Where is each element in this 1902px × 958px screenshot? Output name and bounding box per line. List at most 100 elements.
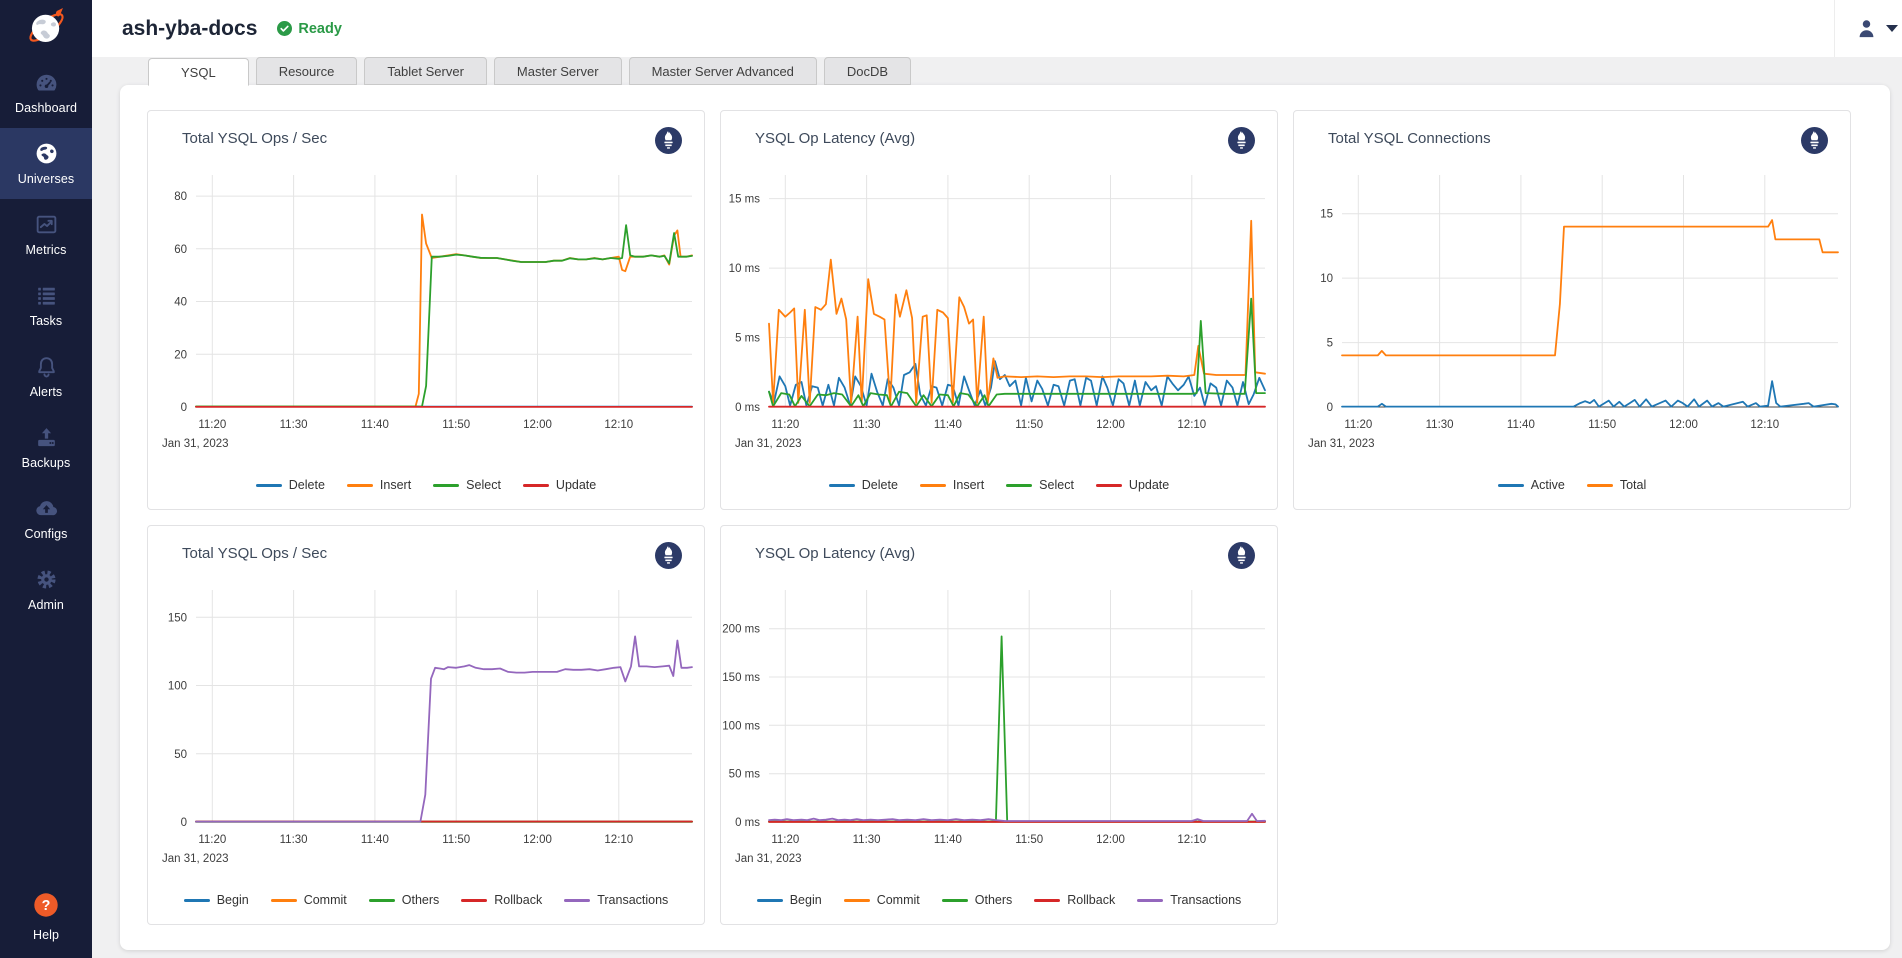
- legend-item-update[interactable]: Update: [1096, 478, 1169, 492]
- y-tick-label: 200 ms: [722, 624, 760, 636]
- legend-item-others[interactable]: Others: [942, 893, 1013, 907]
- legend-item-update[interactable]: Update: [523, 478, 596, 492]
- legend-item-delete[interactable]: Delete: [829, 478, 898, 492]
- chart-header: Total YSQL Ops / Sec: [148, 111, 704, 155]
- x-tick-label: 12:00: [1096, 834, 1125, 846]
- x-tick-label: 12:00: [523, 834, 552, 846]
- legend-label: Commit: [304, 893, 347, 907]
- configs-icon: [34, 496, 59, 521]
- tab-master-server-advanced[interactable]: Master Server Advanced: [629, 57, 817, 85]
- sidebar-item-backups[interactable]: Backups: [0, 412, 92, 483]
- legend-item-total[interactable]: Total: [1587, 478, 1646, 492]
- tab-ysql[interactable]: YSQL: [148, 58, 249, 86]
- legend-item-rollback[interactable]: Rollback: [461, 893, 542, 907]
- legend-item-others[interactable]: Others: [369, 893, 440, 907]
- sidebar: Dashboard Universes Metrics TasksAlerts Back…: [0, 0, 92, 958]
- ready-check-icon: [277, 21, 292, 36]
- universe-title: ash-yba-docs: [122, 17, 257, 41]
- legend-label: Begin: [217, 893, 249, 907]
- legend-item-insert[interactable]: Insert: [347, 478, 411, 492]
- sidebar-item-label: Universes: [18, 172, 74, 186]
- sidebar-item-tasks[interactable]: Tasks: [0, 270, 92, 341]
- legend-item-commit[interactable]: Commit: [844, 893, 920, 907]
- sidebar-item-label: Backups: [22, 456, 71, 470]
- chart-legend: Delete Insert Select Update: [721, 461, 1277, 509]
- chart-canvas: 05010015011:2011:3011:4011:5012:0012:10J…: [148, 570, 704, 876]
- sidebar-item-configs[interactable]: Configs: [0, 483, 92, 554]
- legend-line-swatch: [1034, 899, 1060, 902]
- x-tick-label: 11:40: [361, 834, 389, 846]
- x-axis-date-label: Jan 31, 2023: [735, 853, 802, 865]
- dashboard-icon: [34, 70, 59, 95]
- y-tick-label: 150: [168, 612, 187, 624]
- legend-line-swatch: [1006, 484, 1032, 487]
- legend-label: Rollback: [1067, 893, 1115, 907]
- legend-line-swatch: [829, 484, 855, 487]
- legend-item-insert[interactable]: Insert: [920, 478, 984, 492]
- universe-header: ash-yba-docs Ready: [92, 0, 1902, 57]
- tasks-icon: [34, 283, 59, 308]
- y-tick-label: 60: [174, 244, 187, 256]
- legend-line-swatch: [757, 899, 783, 902]
- metrics-card: Total YSQL Ops / Sec02040608011:2011:301…: [120, 85, 1890, 950]
- legend-line-swatch: [184, 899, 210, 902]
- x-axis-date-label: Jan 31, 2023: [162, 853, 229, 865]
- legend-item-begin[interactable]: Begin: [184, 893, 249, 907]
- universes-icon: [34, 141, 59, 166]
- legend-line-swatch: [844, 899, 870, 902]
- sidebar-item-admin[interactable]: Admin: [0, 554, 92, 625]
- y-tick-label: 20: [174, 349, 187, 361]
- metrics-icon: [34, 212, 59, 237]
- legend-item-transactions[interactable]: Transactions: [1137, 893, 1241, 907]
- chart-title: YSQL Op Latency (Avg): [755, 542, 915, 562]
- x-axis-date-label: Jan 31, 2023: [735, 438, 802, 450]
- chart-title: YSQL Op Latency (Avg): [755, 127, 915, 147]
- sidebar-item-label: Help: [33, 928, 59, 942]
- chart-panel-0: Total YSQL Ops / Sec02040608011:2011:301…: [147, 110, 705, 510]
- legend-item-commit[interactable]: Commit: [271, 893, 347, 907]
- globe-rocket-logo-icon: [23, 3, 70, 55]
- chart-header: Total YSQL Ops / Sec: [148, 526, 704, 570]
- legend-label: Transactions: [1170, 893, 1241, 907]
- y-tick-label: 0: [181, 402, 187, 414]
- chart-panel-1: YSQL Op Latency (Avg) 0 ms5 ms10 ms15 ms1…: [720, 110, 1278, 510]
- sidebar-item-universes[interactable]: Universes: [0, 128, 92, 199]
- sidebar-item-dashboard[interactable]: Dashboard: [0, 57, 92, 128]
- legend-item-begin[interactable]: Begin: [757, 893, 822, 907]
- x-tick-label: 12:10: [1750, 419, 1779, 431]
- tab-tablet-server[interactable]: Tablet Server: [364, 57, 487, 85]
- legend-item-active[interactable]: Active: [1498, 478, 1565, 492]
- x-tick-label: 12:00: [1096, 419, 1125, 431]
- legend-label: Update: [1129, 478, 1169, 492]
- tab-docdb[interactable]: DocDB: [824, 57, 911, 85]
- chart-header: Total YSQL Connections: [1294, 111, 1850, 155]
- user-icon: [1855, 17, 1878, 40]
- user-menu[interactable]: [1834, 0, 1902, 57]
- chart-canvas: 0 ms5 ms10 ms15 ms11:2011:3011:4011:5012…: [721, 155, 1277, 461]
- sidebar-item-label: Configs: [24, 527, 67, 541]
- legend-item-select[interactable]: Select: [1006, 478, 1074, 492]
- sidebar-item-label: Metrics: [26, 243, 67, 257]
- sidebar-item-help[interactable]: ? Help: [0, 886, 92, 948]
- tab-master-server[interactable]: Master Server: [494, 57, 622, 85]
- yugabyte-logo[interactable]: [0, 0, 92, 57]
- chart-panel-3: Total YSQL Ops / Sec05010015011:2011:301…: [147, 525, 705, 925]
- svg-text:?: ?: [42, 898, 51, 914]
- y-tick-label: 100 ms: [722, 720, 760, 732]
- legend-item-delete[interactable]: Delete: [256, 478, 325, 492]
- legend-item-select[interactable]: Select: [433, 478, 501, 492]
- sidebar-item-metrics[interactable]: Metrics: [0, 199, 92, 270]
- legend-line-swatch: [1498, 484, 1524, 487]
- legend-line-swatch: [347, 484, 373, 487]
- legend-item-transactions[interactable]: Transactions: [564, 893, 668, 907]
- y-tick-label: 80: [174, 191, 187, 203]
- tab-resource[interactable]: Resource: [256, 57, 358, 85]
- alerts-icon: [34, 354, 59, 379]
- x-tick-label: 12:10: [604, 834, 633, 846]
- y-tick-label: 5: [1327, 338, 1333, 350]
- sidebar-item-alerts[interactable]: Alerts: [0, 341, 92, 412]
- right-pane: ash-yba-docs Ready YSQLResourceTablet Se…: [92, 0, 1902, 958]
- y-tick-label: 150 ms: [722, 672, 760, 684]
- x-tick-label: 11:20: [198, 419, 226, 431]
- legend-item-rollback[interactable]: Rollback: [1034, 893, 1115, 907]
